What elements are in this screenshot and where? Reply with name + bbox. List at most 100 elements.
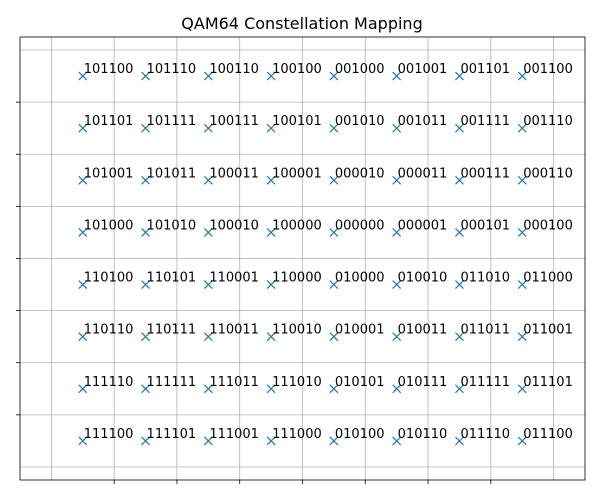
data-point: 001100 [517,62,573,81]
data-point: 111111 [141,375,197,394]
data-point: 100100 [266,62,322,81]
point-label: 100000 [272,218,322,233]
data-point: 101011 [141,166,197,185]
point-label: 110111 [147,323,197,338]
point-label: 001100 [523,62,573,77]
point-label: 011101 [523,375,573,390]
data-point: 000010 [329,166,385,185]
data-point: 111001 [203,427,259,446]
point-label: 010100 [335,427,385,442]
point-label: 100001 [272,166,322,181]
point-label: 001001 [398,62,448,77]
point-label: 100100 [272,62,322,77]
point-label: 010110 [398,427,448,442]
data-point: 000111 [455,166,510,185]
point-label: 000100 [523,218,573,233]
point-label: 101011 [147,166,197,181]
point-label: 101000 [84,218,134,233]
data-point: 001000 [329,62,385,81]
point-label: 001011 [398,114,448,129]
data-point: 010011 [392,323,447,342]
point-label: 110001 [209,271,259,286]
point-label: 110011 [209,323,259,338]
point-label: 000101 [460,218,510,233]
point-label: 010111 [398,375,448,390]
point-label: 101101 [84,114,134,129]
point-label: 100111 [209,114,259,129]
point-label: 100110 [209,62,259,77]
data-point: 011010 [455,271,510,289]
data-point: 001101 [455,62,510,81]
point-label: 111001 [209,427,259,442]
point-label: 010001 [335,323,385,338]
data-point: 101101 [78,114,134,133]
point-label: 011000 [523,271,573,286]
data-point: 111110 [78,375,134,394]
data-point: 110110 [78,323,133,342]
point-label: 010101 [335,375,385,390]
point-label: 000010 [335,166,385,181]
data-point: 001011 [392,114,448,133]
data-point: 000011 [392,166,448,185]
point-label: 111100 [84,427,134,442]
point-label: 110100 [84,271,134,286]
data-point: 110011 [203,323,259,342]
data-point: 101000 [78,218,134,237]
data-point: 101110 [141,62,197,81]
data-point: 101100 [78,62,134,81]
data-point: 100001 [266,166,322,185]
point-label: 110010 [272,323,322,338]
point-label: 111000 [272,427,322,442]
point-label: 011010 [460,271,510,286]
point-label: 011001 [523,323,573,338]
data-point: 110010 [266,323,322,342]
data-point: 001111 [455,114,510,133]
data-point: 011110 [455,427,510,446]
data-point: 110100 [78,271,134,289]
data-point: 100110 [203,62,259,81]
data-point: 011100 [517,427,573,446]
data-point: 010111 [392,375,448,394]
data-point: 101001 [78,166,133,185]
data-point: 110101 [141,271,197,289]
point-label: 111111 [147,375,197,390]
data-point: 000000 [329,218,385,237]
data-point: 010000 [329,271,385,289]
point-label: 110101 [147,271,197,286]
data-point: 000101 [455,218,510,237]
data-point: 100101 [266,114,322,133]
constellation-chart: QAM64 Constellation Mapping 101100 101110… [16,14,586,484]
point-label: 101100 [84,62,134,77]
data-point: 010110 [392,427,448,446]
data-point: 000100 [517,218,573,237]
data-point: 111100 [78,427,134,446]
point-label: 111011 [209,375,259,390]
data-point: 100010 [203,218,259,237]
point-label: 011100 [523,427,573,442]
point-label: 000011 [398,166,448,181]
point-label: 000001 [398,218,448,233]
data-point: 010101 [329,375,385,394]
data-point: 100111 [203,114,259,133]
data-point: 101111 [141,114,196,133]
point-label: 000110 [523,166,573,181]
data-point: 011001 [517,323,573,342]
data-point: 110111 [141,323,197,342]
data-point: 000001 [392,218,448,237]
point-label: 111110 [84,375,134,390]
point-label: 000000 [335,218,385,233]
chart-title: QAM64 Constellation Mapping [181,14,422,33]
data-point: 110001 [203,271,259,289]
data-point: 111010 [266,375,322,394]
point-label: 011011 [460,323,510,338]
data-point: 111011 [203,375,259,394]
point-label: 001110 [523,114,573,129]
point-label: 111101 [147,427,197,442]
data-point: 011111 [455,375,510,394]
data-point: 100011 [203,166,259,185]
point-label: 011110 [460,427,510,442]
data-point: 100000 [266,218,322,237]
point-label: 000111 [460,166,510,181]
point-label: 101110 [147,62,197,77]
point-label: 001000 [335,62,385,77]
